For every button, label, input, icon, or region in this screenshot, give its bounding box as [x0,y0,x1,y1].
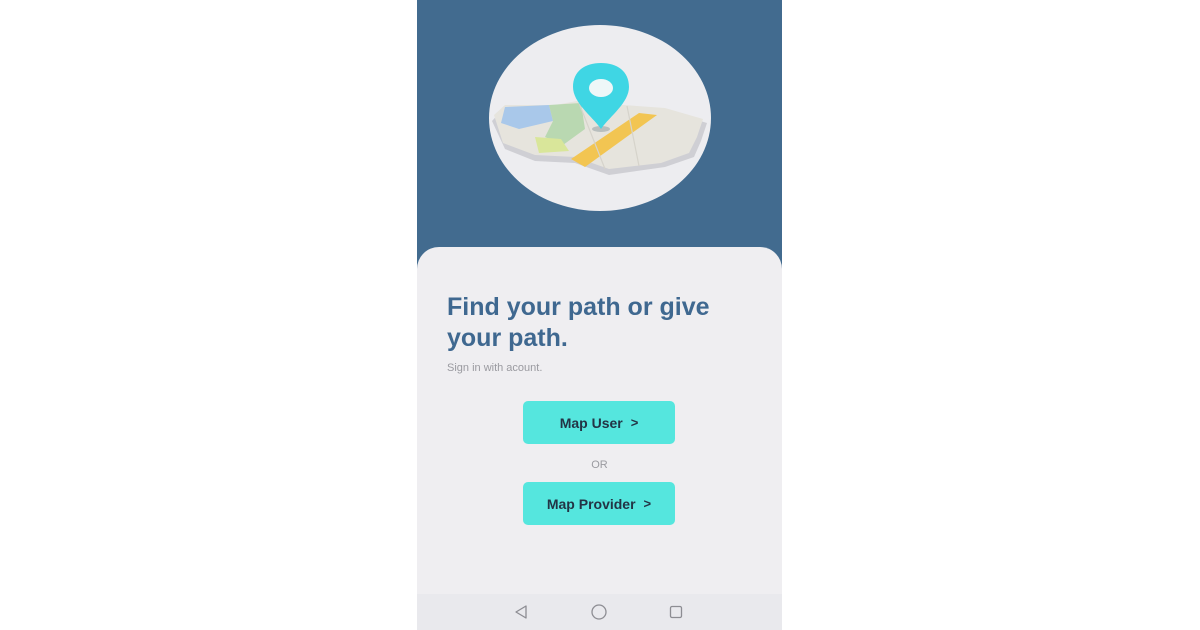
sign-in-subtitle: Sign in with acount. [447,362,543,374]
back-triangle-icon [515,605,527,619]
phone-screen: Find your path or give your path. Sign i… [417,0,782,630]
back-button[interactable] [511,602,531,622]
recent-apps-button[interactable] [666,602,686,622]
map-provider-button[interactable]: Map Provider > [523,482,675,525]
system-navigation-bar [417,594,782,630]
chevron-right-icon: > [630,415,639,430]
home-circle-icon [591,604,607,620]
sign-in-card: Find your path or give your path. Sign i… [417,247,782,630]
or-divider: OR [591,459,608,471]
map-provider-label: Map Provider [546,495,636,512]
home-button[interactable] [589,602,609,622]
map-user-button[interactable]: Map User > [523,401,675,444]
pin-center [589,79,613,97]
chevron-right-icon: > [643,496,652,511]
page-title: Find your path or give your path. [447,293,710,352]
recent-apps-square-icon [669,605,683,619]
map-user-label: Map User [559,414,623,431]
hero-illustration [489,25,711,211]
map-with-location-pin-icon [492,63,707,175]
